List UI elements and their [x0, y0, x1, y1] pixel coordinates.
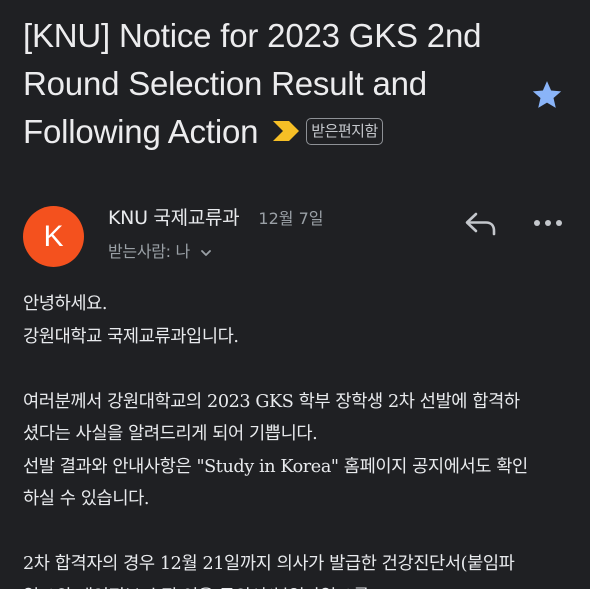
body-line: 2차 합격자의 경우 12월 21일까지 의사가 발급한 건강진단서(붙임파 [23, 554, 515, 574]
star-icon[interactable] [530, 78, 564, 112]
important-marker-icon[interactable] [272, 120, 300, 142]
sender-name[interactable]: KNU 국제교류과 [108, 207, 240, 229]
body-line: 일2)와 개인정보 수집 이용 동의서(붙임파일3)를 [23, 581, 568, 589]
inbox-label-chip[interactable]: 받은편지함 [306, 117, 383, 145]
body-line: 셨다는 사실을 알려드리게 되어 기쁩니다. [23, 424, 318, 444]
recipient-text: 받는사람: 나 [108, 242, 190, 261]
body-line: 여러분께서 강원대학교의 2023 GKS 학부 장학생 2차 선발에 합격하 [23, 391, 520, 412]
more-options-button[interactable] [530, 207, 566, 239]
email-subject: [KNU] Notice for 2023 GKS 2nd Round Sele… [23, 12, 523, 156]
body-line: 강원대학교 국제교류과입니다. [23, 326, 239, 347]
reply-button[interactable] [462, 207, 500, 239]
avatar[interactable]: K [23, 206, 84, 267]
more-icon [534, 220, 562, 226]
email-body: 안녕하세요. 강원대학교 국제교류과입니다. 여러분께서 강원대학교의 2023… [23, 288, 568, 589]
sender-row: KNU 국제교류과 12월 7일 [108, 203, 324, 229]
chevron-down-icon [200, 249, 211, 256]
subject-text: [KNU] Notice for 2023 GKS 2nd Round Sele… [23, 17, 482, 150]
recipient-details-toggle[interactable]: 받는사람: 나 [108, 238, 213, 262]
body-line: 선발 결과와 안내사항은 "Study in Korea" 홈페이지 공지에서도… [23, 456, 528, 477]
reply-icon [465, 212, 496, 236]
body-line: 하실 수 있습니다. [23, 489, 150, 509]
body-line: 안녕하세요. [23, 294, 108, 314]
sent-date: 12월 7일 [258, 209, 324, 228]
